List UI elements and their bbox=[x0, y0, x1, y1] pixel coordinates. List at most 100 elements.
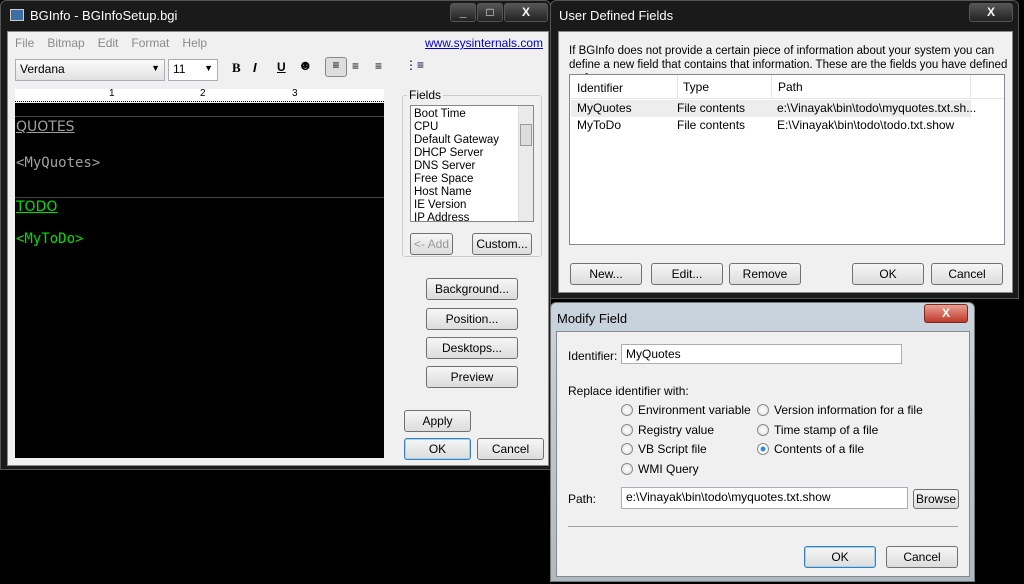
user-defined-fields-dialog: User Defined Fields X If BGInfo does not… bbox=[550, 0, 1019, 299]
ruler-mark: 2 bbox=[200, 88, 206, 99]
menu-edit[interactable]: Edit bbox=[98, 36, 119, 50]
field-item[interactable]: DNS Server bbox=[414, 160, 530, 173]
underline-button[interactable]: U bbox=[277, 60, 286, 74]
radio-version-information[interactable]: Version information for a file bbox=[757, 403, 923, 417]
chevron-down-icon: ▼ bbox=[204, 63, 213, 73]
table-row[interactable]: MyToDo File contents E:\Vinayak\bin\todo… bbox=[571, 117, 971, 134]
close-button[interactable]: X bbox=[504, 3, 548, 22]
cancel-button[interactable]: Cancel bbox=[477, 438, 544, 460]
field-item[interactable]: Free Space bbox=[414, 173, 530, 186]
radio-contents-of-file[interactable]: Contents of a file bbox=[757, 442, 864, 456]
identifier-input[interactable]: MyQuotes bbox=[621, 344, 902, 364]
radio-icon bbox=[621, 443, 633, 455]
fields-list[interactable]: Boot Time CPU Default Gateway DHCP Server DN… bbox=[410, 105, 534, 222]
field-item[interactable]: Host Name bbox=[414, 186, 530, 199]
apply-button[interactable]: Apply bbox=[404, 410, 471, 432]
align-left-button[interactable]: ≡ bbox=[325, 57, 347, 77]
field-item[interactable]: DHCP Server bbox=[414, 147, 530, 160]
browse-button[interactable]: Browse bbox=[913, 489, 959, 509]
cancel-button[interactable]: Cancel bbox=[886, 546, 958, 568]
maximize-button[interactable]: □ bbox=[477, 3, 503, 22]
remove-button[interactable]: Remove bbox=[729, 263, 801, 285]
chevron-down-icon: ▼ bbox=[151, 63, 160, 73]
quotes-field: <MyQuotes> bbox=[16, 155, 101, 171]
field-item[interactable]: Default Gateway bbox=[414, 134, 530, 147]
close-button[interactable]: X bbox=[924, 304, 968, 323]
field-item[interactable]: Boot Time bbox=[414, 108, 530, 121]
fields-table[interactable]: Identifier Type Path MyQuotes File conte… bbox=[569, 74, 1005, 245]
radio-icon bbox=[621, 424, 633, 436]
menu-bar: File Bitmap Edit Format Help bbox=[15, 36, 220, 50]
radio-label: Registry value bbox=[638, 423, 715, 437]
fields-group: Fields Boot Time CPU Default Gateway DHCP S… bbox=[402, 88, 542, 257]
editor[interactable]: QUOTES <MyQuotes> TODO <MyToDo> bbox=[15, 103, 384, 458]
close-button[interactable]: X bbox=[969, 3, 1013, 22]
udf-client: If BGInfo does not provide a certain pie… bbox=[558, 31, 1013, 293]
size-select[interactable]: 11 ▼ bbox=[168, 59, 218, 81]
bginfo-window: BGInfo - BGInfoSetup.bgi _ □ X File Bitma… bbox=[0, 0, 551, 470]
align-center-button[interactable]: ≡ bbox=[352, 59, 359, 73]
font-value: Verdana bbox=[20, 62, 65, 76]
row-type: File contents bbox=[677, 101, 746, 115]
app-icon bbox=[10, 9, 24, 21]
radio-label: Version information for a file bbox=[774, 403, 923, 417]
dialog-title: Modify Field bbox=[557, 311, 628, 326]
font-select[interactable]: Verdana ▼ bbox=[15, 59, 165, 81]
field-item[interactable]: IE Version bbox=[414, 199, 530, 212]
table-row[interactable]: MyQuotes File contents e:\Vinayak\bin\to… bbox=[571, 100, 976, 117]
row-path: e:\Vinayak\bin\todo\myquotes.txt.sh... bbox=[777, 101, 977, 115]
font-color-icon[interactable]: ☻ bbox=[298, 57, 313, 73]
row-path: E:\Vinayak\bin\todo\todo.txt.show bbox=[777, 118, 955, 132]
menu-file[interactable]: File bbox=[15, 36, 34, 50]
todo-heading: TODO bbox=[16, 199, 58, 215]
path-input[interactable]: e:\Vinayak\bin\todo\myquotes.txt.show bbox=[621, 487, 908, 509]
new-button[interactable]: New... bbox=[570, 263, 642, 285]
row-identifier: MyToDo bbox=[577, 118, 622, 132]
radio-icon bbox=[621, 404, 633, 416]
field-item[interactable]: IP Address bbox=[414, 212, 530, 221]
radio-vb-script-file[interactable]: VB Script file bbox=[621, 442, 707, 456]
radio-label: WMI Query bbox=[638, 462, 699, 476]
radio-registry-value[interactable]: Registry value bbox=[621, 423, 714, 437]
column-header[interactable]: Type bbox=[677, 75, 709, 99]
desktops-button[interactable]: Desktops... bbox=[426, 337, 518, 359]
scrollbar[interactable] bbox=[518, 106, 533, 221]
sysinternals-link[interactable]: www.sysinternals.com bbox=[425, 36, 543, 50]
radio-label: Time stamp of a file bbox=[774, 423, 879, 437]
radio-selected-icon bbox=[757, 443, 769, 455]
italic-button[interactable]: I bbox=[253, 60, 257, 75]
radio-time-stamp[interactable]: Time stamp of a file bbox=[757, 423, 878, 437]
preview-button[interactable]: Preview bbox=[426, 366, 518, 388]
modify-field-dialog: Modify Field X Identifier: MyQuotes Repl… bbox=[550, 302, 975, 582]
edit-button[interactable]: Edit... bbox=[651, 263, 723, 285]
size-value: 11 bbox=[173, 62, 186, 76]
todo-field: <MyToDo> bbox=[16, 231, 84, 247]
position-button[interactable]: Position... bbox=[426, 308, 518, 330]
cancel-button[interactable]: Cancel bbox=[931, 263, 1003, 285]
menu-bitmap[interactable]: Bitmap bbox=[47, 36, 84, 50]
add-button[interactable]: <- Add bbox=[410, 233, 453, 255]
bullets-button[interactable]: ⋮≡ bbox=[405, 58, 424, 72]
quotes-heading: QUOTES bbox=[16, 119, 75, 135]
path-label: Path: bbox=[568, 492, 597, 506]
ok-button[interactable]: OK bbox=[804, 546, 876, 568]
minimize-button[interactable]: _ bbox=[450, 3, 476, 22]
radio-environment-variable[interactable]: Environment variable bbox=[621, 403, 751, 417]
bold-button[interactable]: B bbox=[232, 60, 241, 76]
radio-wmi-query[interactable]: WMI Query bbox=[621, 462, 699, 476]
align-right-button[interactable]: ≡ bbox=[375, 59, 382, 73]
menu-help[interactable]: Help bbox=[182, 36, 207, 50]
ok-button[interactable]: OK bbox=[852, 263, 924, 285]
column-header[interactable]: Identifier bbox=[577, 81, 623, 95]
radio-label: Environment variable bbox=[638, 403, 751, 417]
fields-label: Fields bbox=[407, 88, 444, 102]
custom-button[interactable]: Custom... bbox=[472, 233, 532, 255]
ok-button[interactable]: OK bbox=[404, 438, 471, 460]
main-client: File Bitmap Edit Format Help www.sysinternal… bbox=[7, 31, 549, 466]
field-item[interactable]: CPU bbox=[414, 121, 530, 134]
ruler: 1 2 3 bbox=[15, 88, 384, 102]
replace-label: Replace identifier with: bbox=[568, 384, 689, 398]
menu-format[interactable]: Format bbox=[131, 36, 169, 50]
background-button[interactable]: Background... bbox=[426, 278, 518, 300]
column-header[interactable]: Path bbox=[771, 75, 971, 99]
